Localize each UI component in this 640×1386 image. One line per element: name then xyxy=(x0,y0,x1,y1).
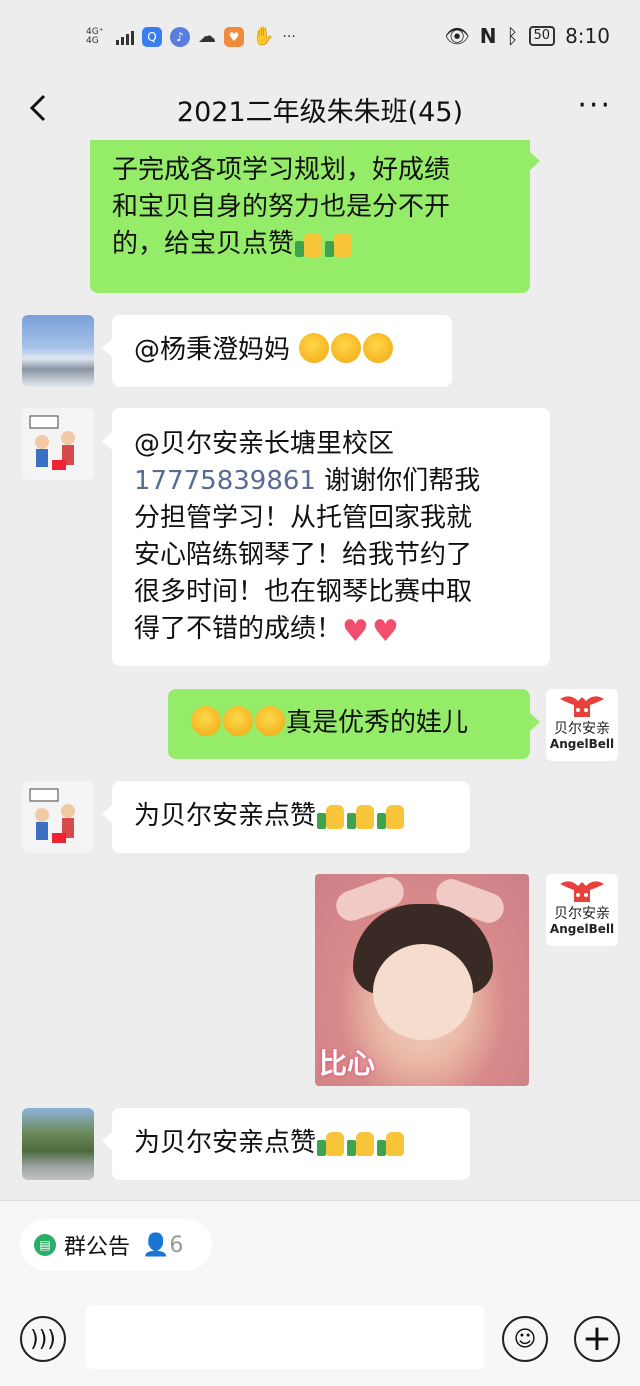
app-q-icon: Q xyxy=(142,26,162,47)
brand-name-en: AngelBell xyxy=(549,737,615,751)
voice-icon: ))) xyxy=(30,1326,56,1352)
avatar[interactable] xyxy=(22,1108,94,1180)
bluetooth-icon: ᛒ xyxy=(506,24,519,48)
status-bar: 4G⁺ 4G Q ♪ ☁ ♥ ✋ ··· 👁 N ᛒ 50 8:10 xyxy=(0,0,640,80)
thumbs-up-icon xyxy=(295,227,323,257)
emoji-icon xyxy=(255,706,285,736)
avatar[interactable] xyxy=(22,408,94,480)
group-notice-chip[interactable]: ▤ 群公告 👤6 xyxy=(20,1219,212,1271)
message-line: 得了不错的成绩！♥ ♥ xyxy=(134,611,528,648)
smiley-icon: ☺ xyxy=(513,1326,537,1352)
avatar-self[interactable]: 贝尔安亲 AngelBell xyxy=(546,689,618,761)
emoji-icon xyxy=(331,333,362,363)
cartoon-avatar-icon xyxy=(29,788,75,843)
heart-icon: ♥ xyxy=(372,614,399,649)
plus-icon: + xyxy=(581,1318,613,1359)
image-message[interactable]: 比心 xyxy=(315,874,529,1086)
hand-icon: ✋ xyxy=(252,26,275,47)
emoji-icon xyxy=(191,706,221,736)
thumbs-up-icon xyxy=(317,1126,345,1156)
voice-button[interactable]: ))) xyxy=(20,1316,66,1362)
brand-name-en: AngelBell xyxy=(549,922,615,936)
battery-icon: 50 xyxy=(528,26,556,46)
message-bubble-received[interactable]: 为贝尔安亲点赞 xyxy=(102,781,470,853)
chat-title: 2021二年级朱朱班(45) xyxy=(176,97,464,128)
emoji-icon xyxy=(223,706,253,736)
message-line: 和宝贝自身的努力也是分不开 xyxy=(112,192,451,222)
mention[interactable]: @贝尔安亲长塘里校区 xyxy=(134,426,528,463)
emoji-icon xyxy=(299,333,330,363)
eye-icon: 👁 xyxy=(444,24,470,48)
thumbs-up-icon xyxy=(347,1126,375,1156)
signal-icon xyxy=(116,29,134,45)
message-bubble-received[interactable]: 为贝尔安亲点赞 xyxy=(102,1108,470,1180)
status-left: 4G⁺ 4G Q ♪ ☁ ♥ ✋ ··· xyxy=(86,26,296,47)
phone-link[interactable]: 17775839861 xyxy=(134,466,316,496)
message-bubble-sent[interactable]: 真是优秀的娃儿 xyxy=(168,689,540,759)
thumbs-up-icon xyxy=(347,799,375,829)
image-caption: 比心 xyxy=(319,1047,376,1080)
angelbell-logo-icon xyxy=(560,881,604,902)
message-line: 分担管学习！从托管回家我就 xyxy=(134,503,473,533)
more-button[interactable]: ··· xyxy=(577,91,612,121)
thumbs-up-icon xyxy=(325,227,353,257)
message-line: 很多时间！也在钢琴比赛中取 xyxy=(134,577,473,607)
emoji-icon xyxy=(363,333,394,363)
nav-bar: 2021二年级朱朱班(45) ··· xyxy=(0,80,640,140)
status-right: 👁 N ᛒ 50 8:10 xyxy=(444,24,610,48)
message-line: 17775839861 谢谢你们帮我 xyxy=(134,466,481,496)
bottom-panel: ▤ 群公告 👤6 ))) ☺ + xyxy=(0,1200,640,1386)
chat-area[interactable]: 子完成各项学习规划，好成绩 和宝贝自身的努力也是分不开 的，给宝贝点赞 @杨秉澄… xyxy=(0,140,640,1200)
heart-icon: ♥ xyxy=(342,614,369,649)
message-bubble-received[interactable]: @贝尔安亲长塘里校区 17775839861 谢谢你们帮我 分担管学习！从托管回… xyxy=(102,408,550,666)
message-line: 子完成各项学习规划，好成绩 xyxy=(112,155,451,185)
avatar[interactable] xyxy=(22,781,94,853)
nfc-icon: N xyxy=(479,24,497,48)
network-indicator: 4G⁺ 4G xyxy=(86,26,104,46)
emoji-button[interactable]: ☺ xyxy=(502,1316,548,1362)
notice-icon: ▤ xyxy=(34,1234,56,1256)
app-icon: ♥ xyxy=(224,26,244,47)
thumbs-up-icon xyxy=(377,799,405,829)
message-bubble-sent[interactable]: 子完成各项学习规划，好成绩 和宝贝自身的努力也是分不开 的，给宝贝点赞 xyxy=(90,140,540,293)
cartoon-avatar-icon xyxy=(29,415,75,470)
message-line: 安心陪练钢琴了！给我节约了 xyxy=(134,540,473,570)
avatar-self[interactable]: 贝尔安亲 AngelBell xyxy=(546,874,618,946)
more-actions-button[interactable]: + xyxy=(574,1316,620,1362)
avatar[interactable] xyxy=(22,315,94,387)
member-count: 👤6 xyxy=(142,1232,184,1258)
brand-name-cn: 贝尔安亲 xyxy=(554,721,610,737)
notice-label: 群公告 xyxy=(64,1235,131,1260)
message-bubble-received[interactable]: @杨秉澄妈妈 xyxy=(102,315,452,387)
cloud-icon: ☁ xyxy=(198,26,216,47)
message-input[interactable] xyxy=(86,1305,484,1369)
message-line: 的，给宝贝点赞 xyxy=(112,226,508,263)
thumbs-up-icon xyxy=(377,1126,405,1156)
brand-name-cn: 贝尔安亲 xyxy=(554,906,610,922)
more-notifications-icon: ··· xyxy=(282,28,296,45)
thumbs-up-icon xyxy=(317,799,345,829)
music-icon: ♪ xyxy=(170,26,190,47)
clock: 8:10 xyxy=(565,24,610,48)
angelbell-logo-icon xyxy=(560,696,604,717)
